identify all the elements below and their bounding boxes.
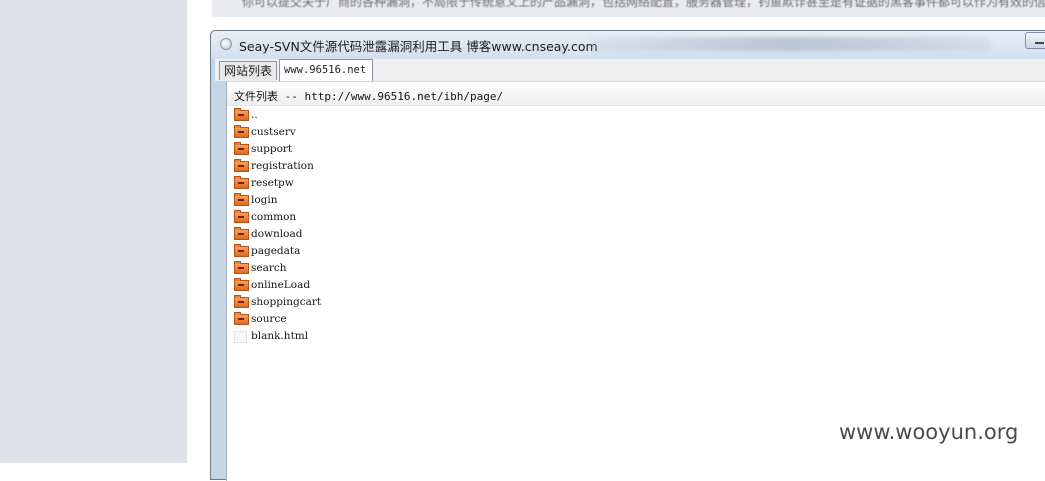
item-name: registration [251,160,314,172]
app-window: Seay-SVN文件源代码泄露漏洞利用工具 博客www.cnseay.com 网… [210,30,1045,481]
folder-list-item[interactable]: onlineLoad [234,277,534,294]
watermark: www.wooyun.org [839,420,1019,444]
item-name: source [251,313,287,325]
folder-list-item[interactable]: custserv [234,124,534,141]
folder-list-item[interactable]: search [234,260,534,277]
folder-list-item[interactable]: source [234,311,534,328]
folder-list-item[interactable]: download [234,226,534,243]
window-titlebar[interactable]: Seay-SVN文件源代码泄露漏洞利用工具 博客www.cnseay.com [211,31,1045,59]
minimize-button[interactable] [1025,32,1045,49]
folder-list-item[interactable]: registration [234,158,534,175]
folder-icon [234,176,249,189]
folder-icon [234,125,249,138]
folder-icon [234,210,249,223]
file-list-item[interactable]: blank.html [234,328,534,345]
item-name: blank.html [251,330,309,342]
item-name: onlineLoad [251,279,311,291]
minimize-icon [1035,42,1044,44]
item-name: common [251,211,297,223]
tab-current-site[interactable]: www.96516.net [279,59,373,81]
item-name: resetpw [251,177,294,189]
tab-site-list[interactable]: 网站列表 [219,61,277,80]
item-name: shoppingcart [251,296,322,308]
folder-icon [234,193,249,206]
folder-list-item[interactable]: common [234,209,534,226]
folder-icon [234,312,249,325]
window-title: Seay-SVN文件源代码泄露漏洞利用工具 博客www.cnseay.com [239,39,598,54]
background-page-text: 你可以提交关于厂商的各种漏洞，不局限于传统意义上的产品漏洞，包括网络配置，服务器… [242,0,1045,9]
item-name: support [251,143,293,155]
folder-icon [234,278,249,291]
blurred-title-region [591,37,991,51]
folder-icon [234,142,249,155]
item-name: .. [251,109,258,121]
file-list-header: 文件列表 -- http://www.96516.net/ibh/page/ [227,88,1045,106]
folder-icon [234,244,249,257]
folder-list-item[interactable]: login [234,192,534,209]
app-icon [220,38,232,50]
item-name: login [251,194,278,206]
folder-list-item[interactable]: support [234,141,534,158]
item-name: search [251,262,287,274]
folder-icon [234,261,249,274]
file-icon [234,331,247,343]
item-name: pagedata [251,245,301,257]
folder-list-item[interactable]: resetpw [234,175,534,192]
folder-icon [234,159,249,172]
folder-icon [234,227,249,240]
folder-icon [234,108,249,121]
folder-icon [234,295,249,308]
folder-list-item[interactable]: shoppingcart [234,294,534,311]
folder-list-item[interactable]: .. [234,107,534,124]
item-name: custserv [251,126,296,138]
tab-bar: 网站列表 www.96516.net [215,59,1045,81]
item-name: download [251,228,303,240]
background-panel [0,0,187,463]
folder-list-item[interactable]: pagedata [234,243,534,260]
background-page-text-strip: 你可以提交关于厂商的各种漏洞，不局限于传统意义上的产品漏洞，包括网络配置，服务器… [212,0,1045,17]
